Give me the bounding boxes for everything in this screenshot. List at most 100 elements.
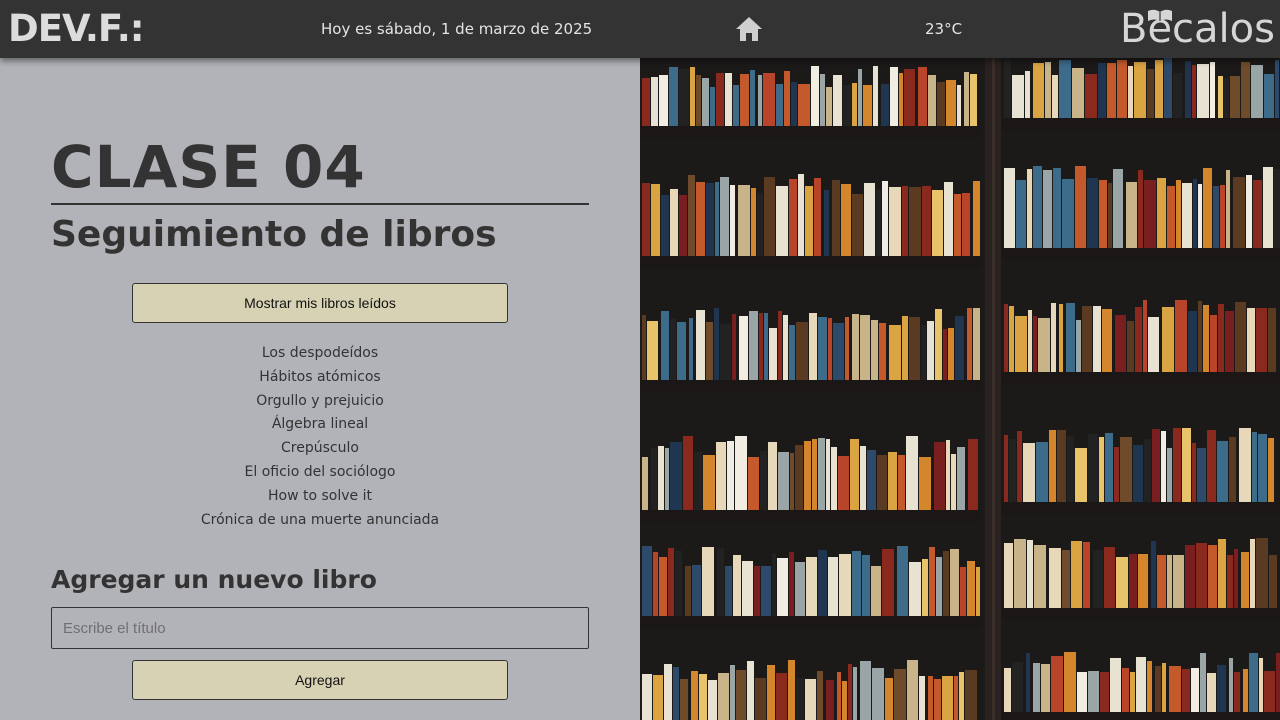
book-spine [778,452,789,510]
book-spine [798,174,804,256]
book-spine [1167,448,1172,502]
book-spine [946,80,956,126]
book-spine [761,566,771,616]
shelf-plank [1002,248,1280,260]
book-spine [784,71,790,126]
book-spine [725,73,732,126]
book-spine [696,310,705,380]
book-spine [907,660,918,720]
book-spine [1226,170,1230,248]
book-spine [1256,538,1268,608]
book-spine [716,442,726,510]
shelf-plank [640,256,980,268]
book-spine [1009,306,1014,372]
book-spine [1235,302,1246,372]
list-item: Álgebra lineal [271,416,369,433]
book-spine [1191,668,1199,712]
book-spine [1198,184,1202,248]
book-spine [691,671,698,720]
book-spine [1162,307,1174,372]
book-spine [776,186,788,256]
book-spine [1173,428,1181,502]
book-spine [789,552,794,616]
book-spine [1169,666,1181,712]
book-spine [790,453,794,510]
book-spine [1033,166,1042,248]
book-spine [1268,438,1274,502]
book-spine [894,669,906,720]
book-spine [1224,78,1229,118]
book-spine [882,549,894,616]
book-spine [1027,540,1033,608]
book-spine [699,674,707,720]
book-spine [898,455,905,510]
book-spine [764,313,768,380]
book-spine [839,554,851,616]
book-spine [1120,437,1132,502]
book-spine [1133,445,1143,502]
book-spine [1246,175,1252,248]
book-spine [1009,439,1016,502]
book-spine [1233,177,1245,248]
book-spine [1082,306,1092,372]
show-read-books-button[interactable]: Mostrar mis libros leídos [132,283,508,323]
book-spine [852,314,859,380]
book-spine [1128,66,1133,118]
book-spine [818,438,825,510]
book-spine [1227,555,1233,608]
shelf-plank [640,126,980,138]
book-spine [696,75,701,126]
book-spine [1093,550,1103,608]
book-spine [720,177,729,256]
book-spine [877,455,887,510]
add-book-button[interactable]: Agregar [132,660,508,700]
book-spine [909,562,921,616]
book-spine [716,73,724,126]
becalos-logo[interactable]: Becalos [1120,6,1275,52]
book-spine [742,561,753,616]
bookshelf-illustration [640,58,1280,720]
book-spine [1098,63,1106,118]
book-spine [1151,541,1156,608]
book-spine [708,680,717,720]
book-spine [882,181,888,256]
book-spine [1004,435,1008,502]
book-spine [1059,304,1063,372]
book-spine [1075,166,1086,248]
book-spine [1229,658,1233,712]
book-spine [1072,68,1084,118]
book-spine [1147,661,1152,712]
book-spine [955,316,964,380]
devf-logo[interactable]: DEV.F.: [8,10,145,48]
book-spine [946,440,950,510]
book-spine [1229,437,1236,502]
book-spine [670,319,676,380]
book-spine [642,78,650,126]
book-spine [653,675,663,720]
book-spine [1173,555,1184,608]
book-spine [798,84,810,126]
book-title-input[interactable] [51,607,589,649]
book-spine [944,182,953,256]
book-spine [706,183,714,256]
sponsor-text: Becalos [1120,6,1275,52]
book-spine [935,309,942,380]
book-spine [1252,432,1257,502]
book-spine [760,451,767,510]
book-spine [670,442,682,510]
home-icon[interactable] [735,16,763,42]
book-spine [1161,431,1166,502]
book-spine [950,549,959,616]
book-spine [690,67,695,126]
book-spine [1036,442,1048,502]
book-spine [1247,308,1255,372]
book-spine [651,448,657,510]
book-spine [805,186,813,256]
book-spine [1041,664,1050,712]
book-spine [1015,316,1027,372]
book-spine [860,315,870,380]
book-spine [715,182,719,256]
book-spine [1116,557,1128,608]
book-spine [1033,63,1044,118]
book-spine [1230,76,1240,118]
